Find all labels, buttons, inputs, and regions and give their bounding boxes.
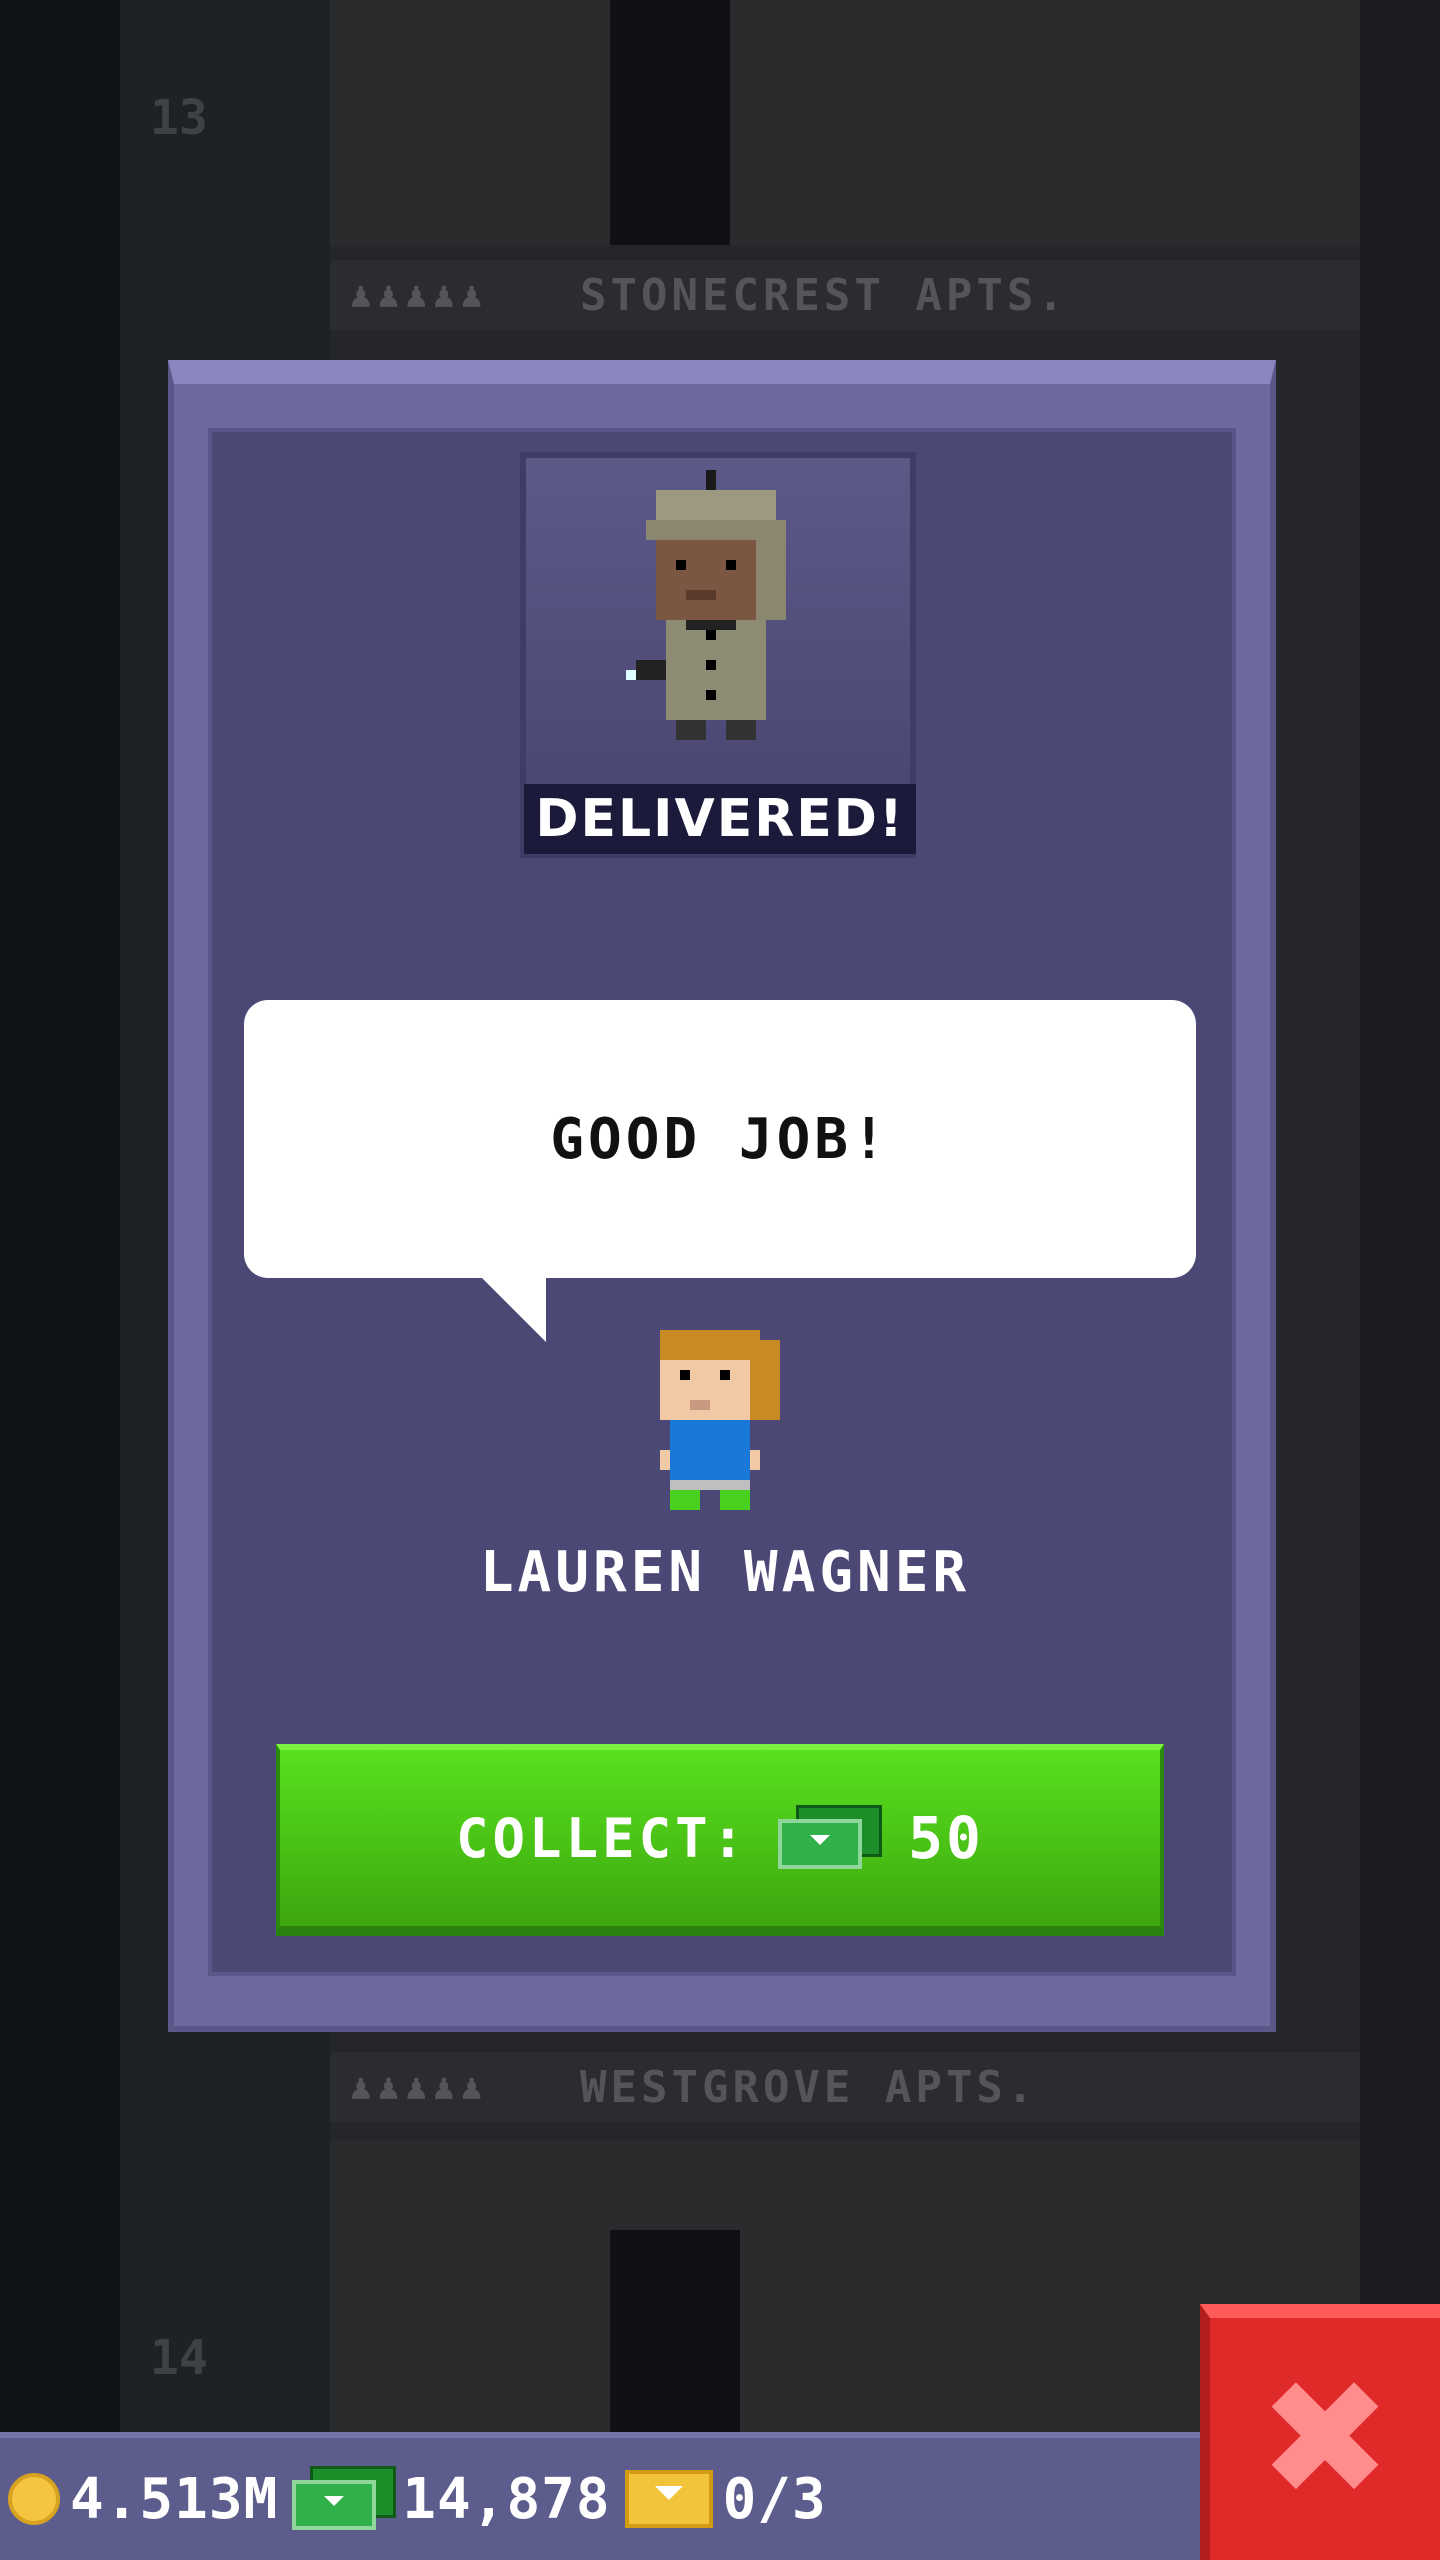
floor-name-label: ♟♟♟♟♟ STONECREST APTS. (330, 260, 1360, 330)
bux-stat[interactable]: 14,878 (292, 2466, 610, 2532)
floor-name: STONECREST APTS. (580, 269, 1068, 321)
right-edge-column (1360, 0, 1440, 2560)
bux-icon (778, 1805, 883, 1871)
elevator-shaft (0, 0, 120, 2560)
delivered-status-label: DELIVERED! (524, 784, 916, 854)
speech-bubble-tail (480, 1276, 546, 1342)
collect-amount: 50 (908, 1804, 984, 1872)
floor-room (330, 0, 1360, 245)
tenant-avatar (660, 1330, 780, 1510)
floor-name: WESTGROVE APTS. (580, 2061, 1038, 2113)
tickets-stat[interactable]: 0/3 (624, 2466, 827, 2532)
bux-value: 14,878 (402, 2466, 611, 2532)
coins-stat[interactable]: 4.513M (8, 2467, 278, 2532)
coins-value: 4.513M (70, 2466, 279, 2532)
residents-icon: ♟♟♟♟♟ (350, 274, 489, 316)
golden-ticket-icon (624, 2470, 713, 2528)
collect-button[interactable]: COLLECT: 50 (276, 1744, 1164, 1936)
floor-door (610, 2230, 740, 2440)
currency-bar: 4.513M 14,878 0/3 (0, 2432, 1200, 2560)
floor-name-label: ♟♟♟♟♟ WESTGROVE APTS. (330, 2052, 1360, 2122)
close-icon: ✖ (1257, 2345, 1393, 2532)
bux-icon (292, 2466, 397, 2532)
courier-character-icon (626, 470, 786, 740)
speech-bubble: GOOD JOB! (244, 1000, 1196, 1278)
floor-number: 13 (150, 90, 208, 146)
coin-icon (8, 2473, 60, 2525)
close-button[interactable]: ✖ (1200, 2304, 1440, 2560)
speech-text: GOOD JOB! (550, 1106, 890, 1172)
floor-number: 14 (150, 2330, 208, 2386)
residents-icon: ♟♟♟♟♟ (350, 2066, 489, 2108)
collect-label: COLLECT: (456, 1806, 749, 1870)
tenant-name: LAUREN WAGNER (479, 1540, 971, 1605)
tickets-value: 0/3 (722, 2466, 827, 2532)
floor-door (610, 0, 730, 245)
